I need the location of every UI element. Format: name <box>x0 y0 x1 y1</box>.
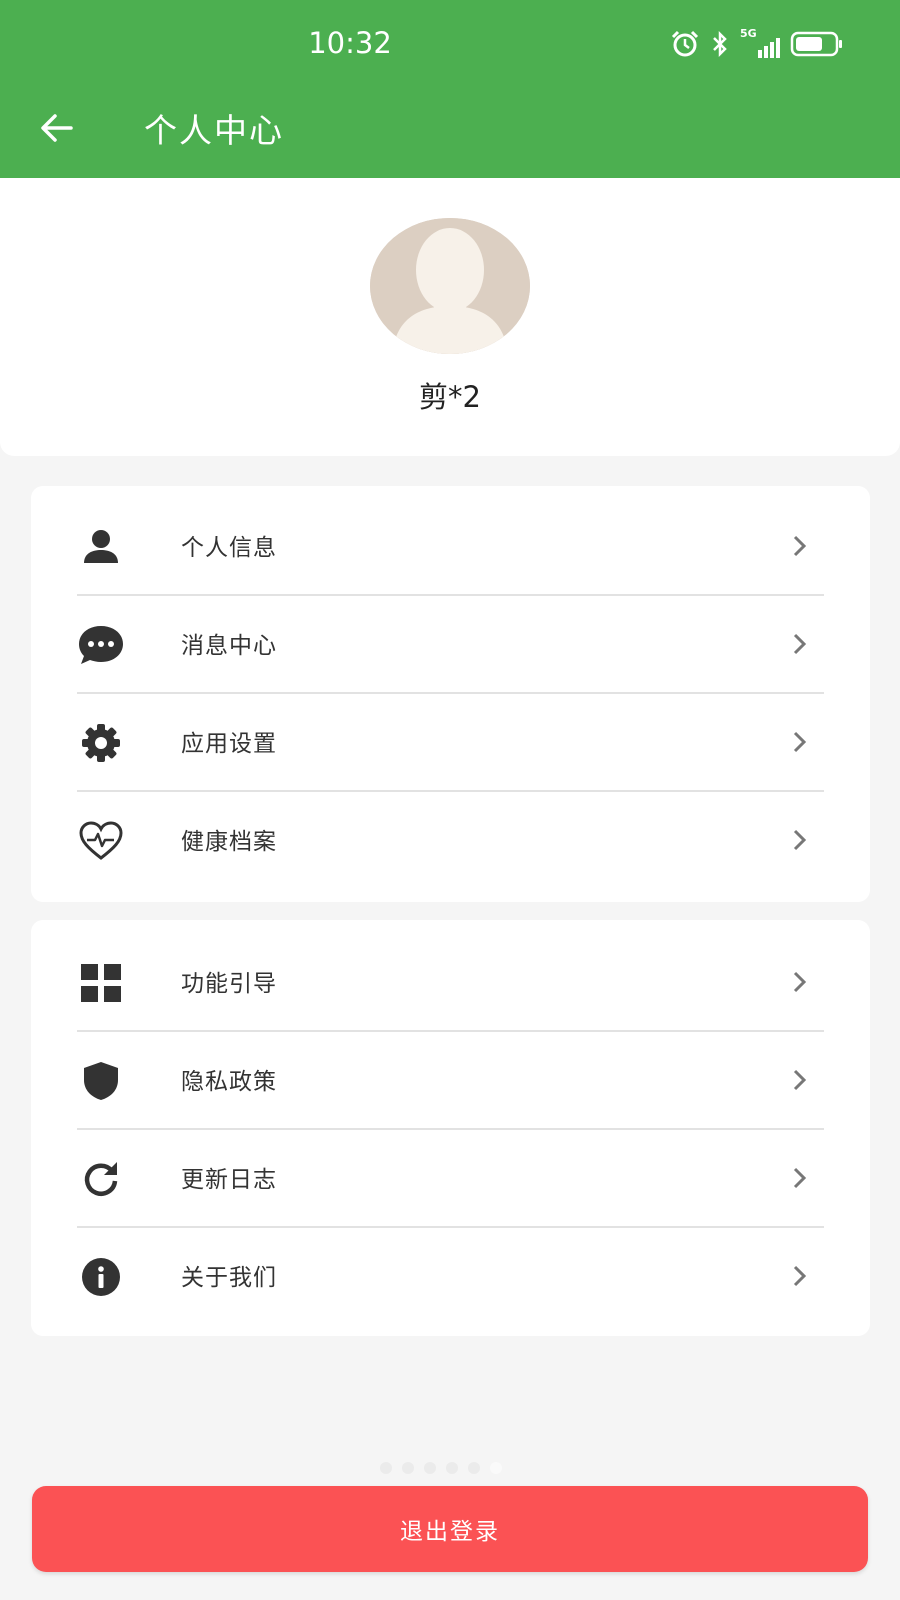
chevron-right-icon <box>793 829 807 851</box>
refresh-icon <box>77 1155 125 1203</box>
chevron-right-icon <box>793 535 807 557</box>
default-avatar-icon <box>370 218 530 354</box>
menu-label: 隐私政策 <box>181 1069 277 1095</box>
menu-label: 关于我们 <box>181 1265 277 1291</box>
person-icon <box>77 523 125 571</box>
app-header: 10:32 5G 个人中心 <box>0 0 900 178</box>
menu-item-message-center[interactable]: 消息中心 <box>77 594 824 694</box>
menu-label: 健康档案 <box>181 829 277 855</box>
menu-item-update-log[interactable]: 更新日志 <box>77 1128 824 1228</box>
chevron-right-icon <box>793 971 807 993</box>
menu-label: 功能引导 <box>181 971 277 997</box>
chevron-right-icon <box>793 633 807 655</box>
menu-item-about-us[interactable]: 关于我们 <box>77 1226 824 1324</box>
chevron-right-icon <box>793 1265 807 1287</box>
network-label: 5G <box>740 27 757 40</box>
menu-label: 消息中心 <box>181 633 277 659</box>
chat-bubble-icon <box>77 621 125 669</box>
back-button[interactable] <box>36 108 76 148</box>
menu-item-privacy-policy[interactable]: 隐私政策 <box>77 1030 824 1130</box>
info-icon <box>77 1253 125 1301</box>
chevron-right-icon <box>793 1069 807 1091</box>
bluetooth-icon <box>713 30 727 58</box>
grid-icon <box>77 959 125 1007</box>
menu-label: 个人信息 <box>181 535 277 561</box>
username: 剪*2 <box>419 380 481 414</box>
arrow-left-icon <box>41 114 73 142</box>
menu-item-feature-guide[interactable]: 功能引导 <box>77 932 824 1032</box>
chevron-right-icon <box>793 731 807 753</box>
battery-icon <box>790 31 842 57</box>
profile-card: 剪*2 <box>0 178 900 456</box>
alarm-icon <box>671 30 699 57</box>
menu-group-account: 个人信息 消息中心 应用设置 健康档案 <box>31 486 870 902</box>
menu-item-app-settings[interactable]: 应用设置 <box>77 692 824 792</box>
menu-label: 更新日志 <box>181 1167 277 1193</box>
avatar[interactable] <box>370 218 530 354</box>
shield-icon <box>77 1057 125 1105</box>
page-indicator <box>380 1462 502 1474</box>
menu-label: 应用设置 <box>181 731 277 757</box>
menu-group-general: 功能引导 隐私政策 更新日志 关于我们 <box>31 920 870 1336</box>
page-title: 个人中心 <box>144 111 284 150</box>
menu-item-health-record[interactable]: 健康档案 <box>77 790 824 888</box>
heart-pulse-icon <box>77 817 125 865</box>
logout-button[interactable]: 退出登录 <box>32 1486 868 1572</box>
chevron-right-icon <box>793 1167 807 1189</box>
gear-icon <box>77 719 125 767</box>
status-icons: 5G <box>670 27 844 58</box>
status-time: 10:32 <box>308 26 392 60</box>
menu-item-personal-info[interactable]: 个人信息 <box>77 496 824 596</box>
signal-icon: 5G <box>740 27 780 58</box>
